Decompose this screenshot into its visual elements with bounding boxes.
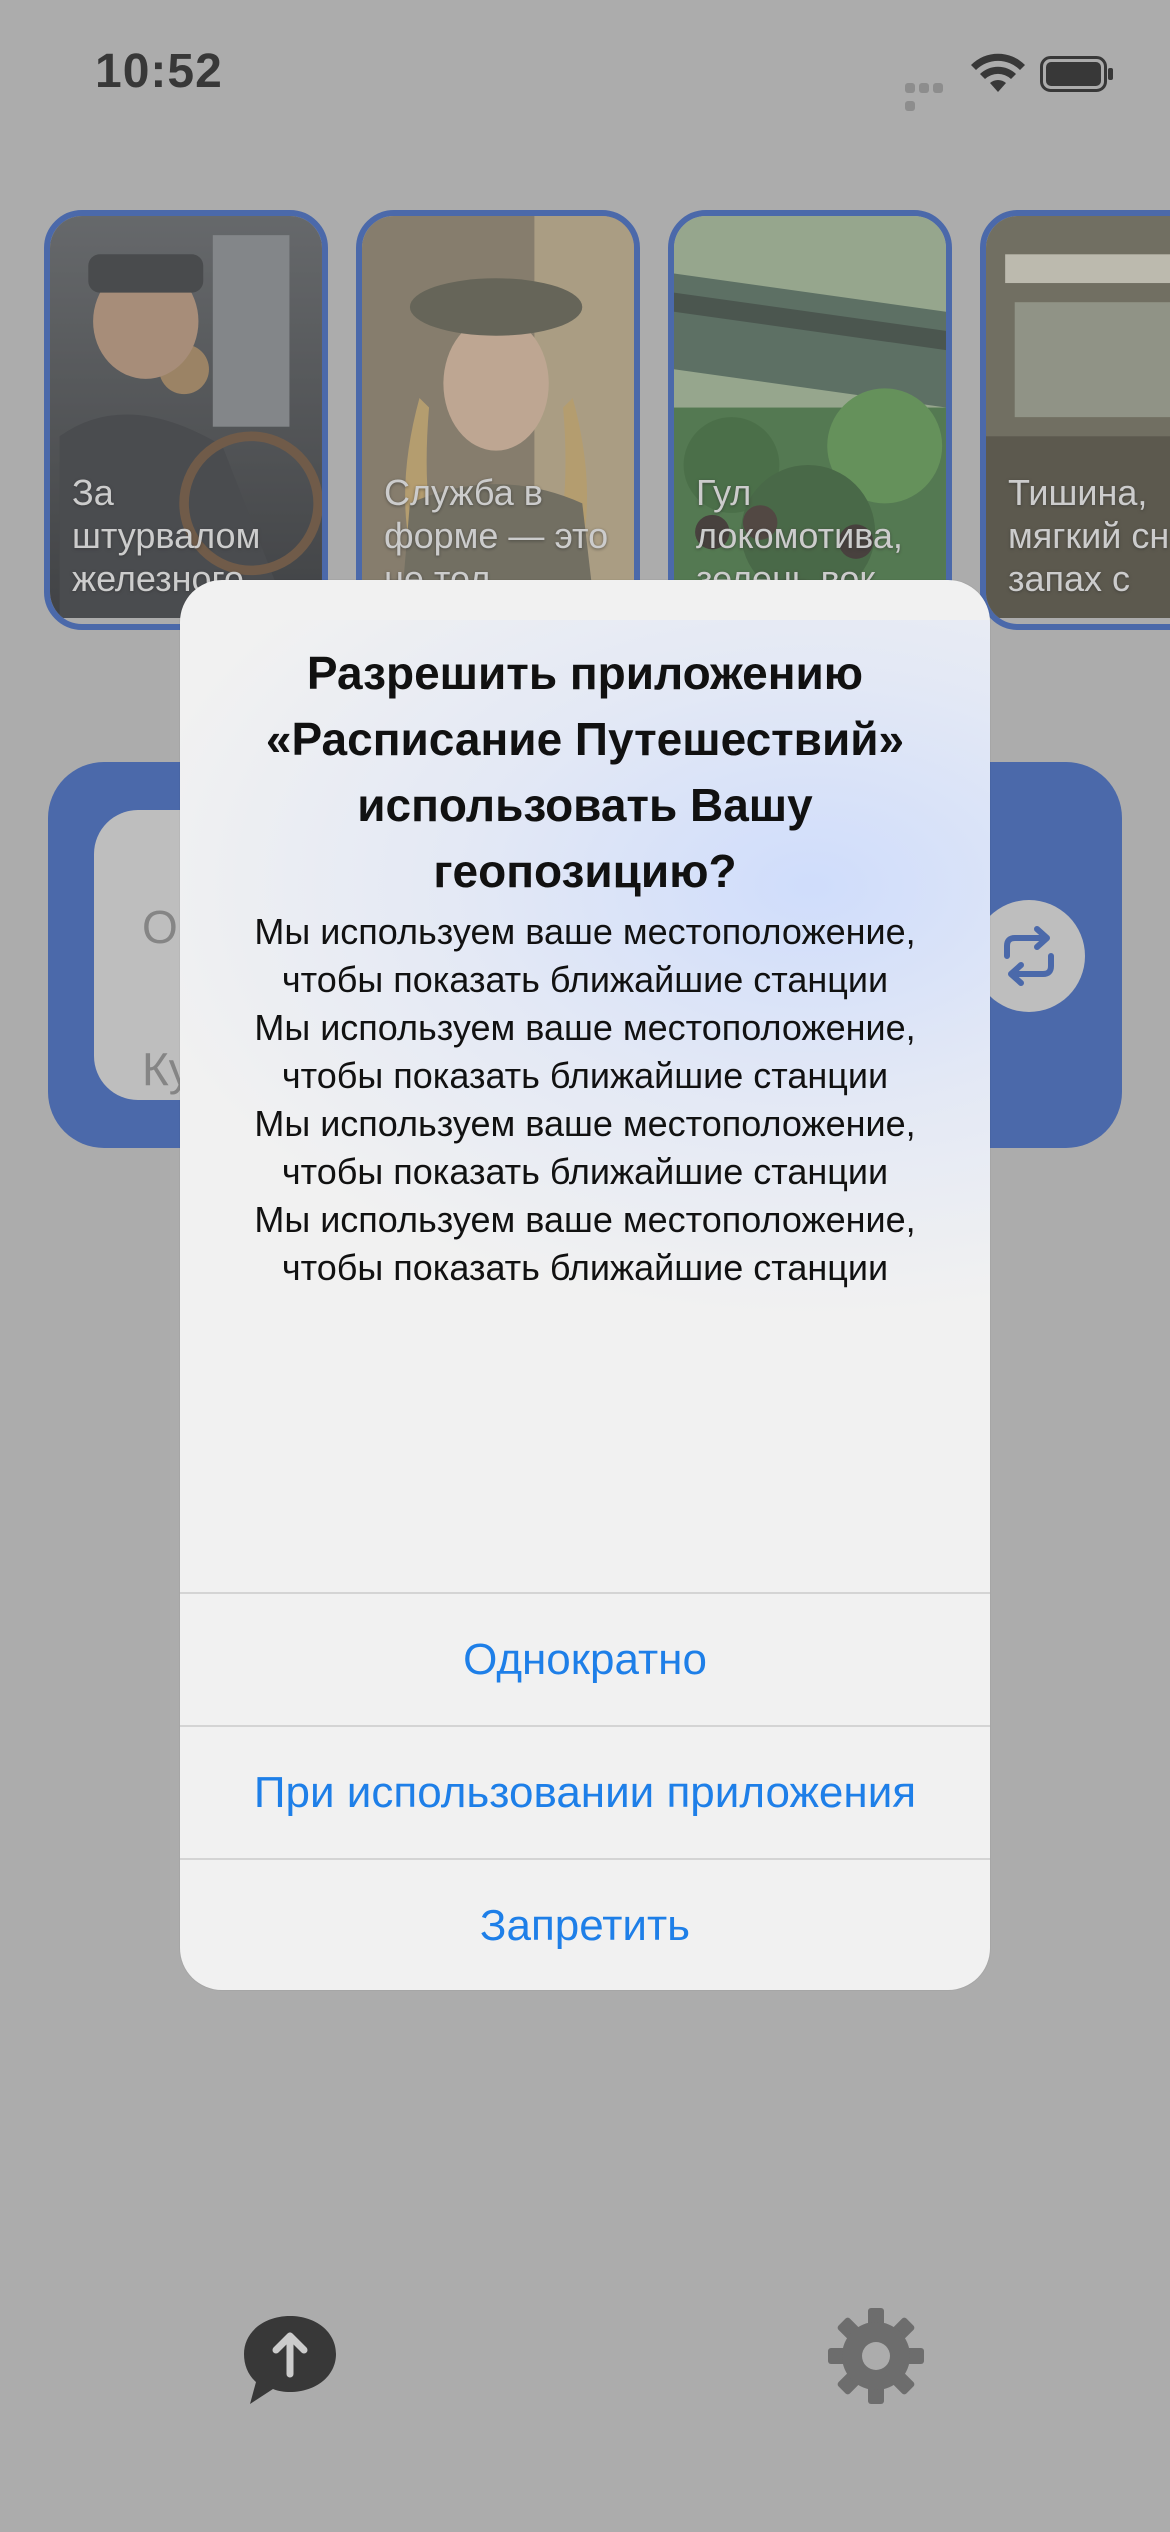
- alert-message-line: Мы используем ваше местоположение, чтобы…: [254, 1103, 916, 1192]
- alert-message: Мы используем ваше местоположение, чтобы…: [220, 908, 950, 1292]
- alert-message-line: Мы используем ваше местоположение, чтобы…: [254, 1199, 916, 1288]
- deny-button[interactable]: Запретить: [180, 1860, 990, 1990]
- alert-title: Разрешить приложению «Расписание Путешес…: [265, 647, 905, 897]
- alert-message-line: Мы используем ваше местоположение, чтобы…: [254, 911, 916, 1000]
- allow-once-button[interactable]: Однократно: [180, 1594, 990, 1726]
- alert-message-line: Мы используем ваше местоположение, чтобы…: [254, 1007, 916, 1096]
- allow-while-using-button[interactable]: При использовании приложения: [180, 1727, 990, 1859]
- location-permission-alert: Разрешить приложению «Расписание Путешес…: [180, 580, 990, 1990]
